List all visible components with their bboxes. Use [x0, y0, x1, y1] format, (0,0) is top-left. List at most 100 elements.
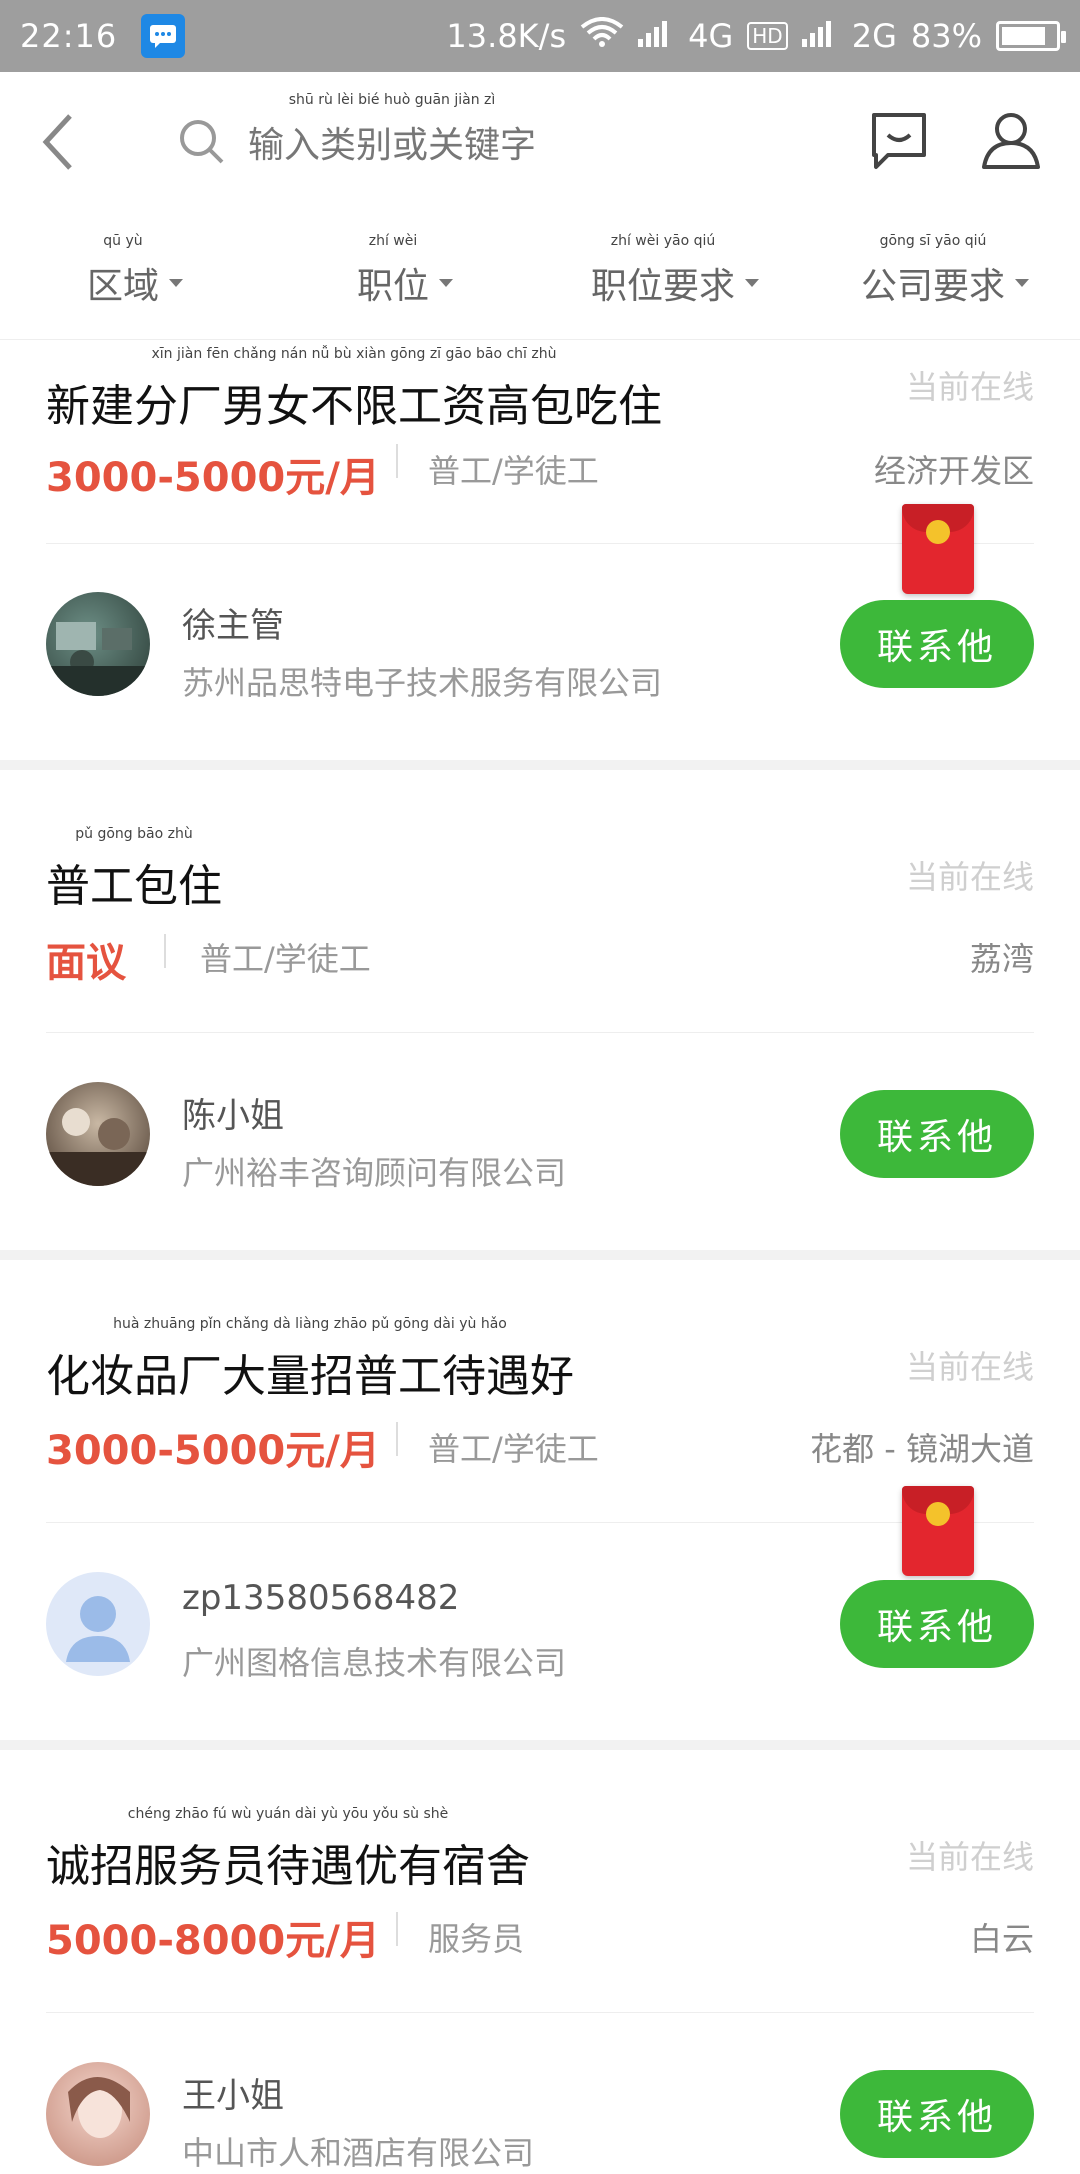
filter-pinyin: zhí wèi yāo qiú [610, 233, 716, 249]
user-icon [982, 113, 1040, 169]
contact-button[interactable]: 联系他 [840, 1090, 1034, 1178]
job-title-text: 普工包住 [46, 861, 222, 912]
network-type-2g: 2G [851, 17, 897, 55]
salary: 3000-5000元/月 [46, 455, 380, 501]
signal-icon [638, 17, 674, 55]
company-name: 苏州品思特电子技术服务有限公司 [182, 664, 663, 702]
dropdown-caret-icon [745, 279, 759, 287]
job-card[interactable]: xīn jiàn fēn chǎng nán nǚ bù xiàn gōng z… [0, 340, 1080, 760]
filter-bar: qū yù 区域 zhí wèi 职位 zhí wèi yāo qiú 职位要求 gō… [0, 212, 1080, 340]
contact-button[interactable]: 联系他 [840, 600, 1034, 688]
job-title-text: 诚招服务员待遇优有宿舍 [46, 1841, 530, 1892]
divider [46, 1032, 1034, 1033]
battery-icon [996, 21, 1066, 51]
contact-name: 王小姐 [182, 2076, 284, 2116]
chevron-left-icon [42, 114, 72, 170]
wifi-icon [580, 16, 624, 56]
job-location: 花都 - 镜湖大道 [810, 1430, 1034, 1468]
online-status: 当前在线 [905, 1348, 1034, 1386]
divider [46, 1522, 1034, 1523]
job-title-text: 新建分厂男女不限工资高包吃住 [46, 381, 662, 432]
job-title-pinyin: pǔ gōng bāo zhù [75, 826, 193, 842]
filter-pinyin: gōng sī yāo qiú [879, 233, 987, 249]
contact-name: 徐主管 [182, 606, 284, 646]
contact-name: zp13580568482 [182, 1578, 460, 1618]
job-card[interactable]: pǔ gōng bāo zhù 普工包住 当前在线 面议 普工/学徒工 荔湾 陈… [0, 770, 1080, 1250]
salary: 3000-5000元/月 [46, 1428, 380, 1474]
job-title-text: 化妆品厂大量招普工待遇好 [46, 1351, 574, 1402]
job-location: 经济开发区 [873, 452, 1034, 490]
online-status: 当前在线 [905, 858, 1034, 896]
filter-position-requirements[interactable]: zhí wèi yāo qiú 职位要求 [540, 233, 810, 309]
chat-button[interactable] [868, 109, 930, 175]
avatar [46, 1082, 150, 1186]
search-icon [180, 120, 224, 164]
back-button[interactable] [28, 112, 88, 172]
separator [396, 1422, 398, 1456]
dropdown-caret-icon [1015, 279, 1029, 287]
salary: 面议 [46, 940, 126, 986]
divider [46, 543, 1034, 544]
red-envelope-icon[interactable] [902, 504, 974, 594]
job-title: xīn jiàn fēn chǎng nán nǚ bù xiàn gōng z… [46, 346, 662, 434]
status-time: 22:16 [20, 17, 118, 55]
network-type-4g: 4G [688, 17, 734, 55]
job-card[interactable]: chéng zhāo fú wù yuán dài yù yōu yǒu sù … [0, 1750, 1080, 2172]
filter-label: 职位要求 [590, 266, 735, 307]
message-notification-icon [141, 14, 186, 58]
card-gap [0, 1740, 1080, 1750]
filter-position[interactable]: zhí wèi 职位 [270, 233, 540, 309]
search-input[interactable]: shū rù lèi bié huò guān jiàn zì 输入类别或关键字 [248, 92, 537, 168]
avatar [46, 1572, 150, 1676]
contact-button[interactable]: 联系他 [840, 1580, 1034, 1668]
job-card[interactable]: huà zhuāng pǐn chǎng dà liàng zhāo pǔ gō… [0, 1260, 1080, 1740]
job-title: pǔ gōng bāo zhù 普工包住 [46, 826, 222, 914]
job-title: chéng zhāo fú wù yuán dài yù yōu yǒu sù … [46, 1806, 530, 1894]
card-gap [0, 760, 1080, 770]
separator [396, 444, 398, 478]
hd-icon: HD [747, 22, 788, 50]
default-user-icon [66, 1596, 130, 1662]
divider [46, 2012, 1034, 2013]
search-header: shū rù lèi bié huò guān jiàn zì 输入类别或关键字 [0, 72, 1080, 212]
battery-percent: 83% [910, 17, 982, 55]
filter-label: 区域 [86, 266, 159, 307]
contact-button[interactable]: 联系他 [840, 2070, 1034, 2158]
profile-button[interactable] [980, 109, 1042, 175]
network-speed: 13.8K/s [446, 17, 567, 55]
dropdown-caret-icon [169, 279, 183, 287]
job-category: 普工/学徒工 [428, 452, 599, 490]
search-placeholder: 输入类别或关键字 [248, 125, 537, 166]
job-category: 服务员 [428, 1920, 525, 1958]
job-category: 普工/学徒工 [200, 940, 371, 978]
job-title-pinyin: xīn jiàn fēn chǎng nán nǚ bù xiàn gōng z… [151, 346, 557, 362]
dropdown-caret-icon [439, 279, 453, 287]
separator [396, 1912, 398, 1946]
red-envelope-icon[interactable] [902, 1486, 974, 1576]
filter-area[interactable]: qū yù 区域 [0, 233, 270, 309]
avatar [46, 592, 150, 696]
online-status: 当前在线 [905, 1838, 1034, 1876]
job-location: 白云 [969, 1920, 1034, 1958]
filter-pinyin: zhí wèi [368, 233, 418, 249]
job-location: 荔湾 [969, 940, 1034, 978]
company-name: 广州裕丰咨询顾问有限公司 [182, 1154, 567, 1192]
contact-name: 陈小姐 [182, 1096, 284, 1136]
company-name: 广州图格信息技术有限公司 [182, 1644, 567, 1682]
company-name: 中山市人和酒店有限公司 [182, 2134, 535, 2172]
job-title-pinyin: chéng zhāo fú wù yuán dài yù yōu yǒu sù … [127, 1806, 449, 1822]
search-bar[interactable]: shū rù lèi bié huò guān jiàn zì 输入类别或关键字 [178, 92, 868, 168]
filter-label: 公司要求 [860, 266, 1005, 307]
salary: 5000-8000元/月 [46, 1918, 380, 1964]
filter-label: 职位 [356, 266, 429, 307]
online-status: 当前在线 [905, 368, 1034, 406]
signal-icon-2 [801, 17, 838, 55]
filter-company-requirements[interactable]: gōng sī yāo qiú 公司要求 [810, 233, 1080, 309]
job-title: huà zhuāng pǐn chǎng dà liàng zhāo pǔ gō… [46, 1316, 574, 1404]
status-bar: 22:16 13.8K/s 4G HD 2G 83% [0, 0, 1080, 72]
avatar [46, 2062, 150, 2166]
search-placeholder-pinyin: shū rù lèi bié huò guān jiàn zì [288, 92, 496, 108]
separator [164, 934, 166, 968]
chat-icon [872, 113, 926, 169]
filter-pinyin: qū yù [103, 233, 143, 249]
